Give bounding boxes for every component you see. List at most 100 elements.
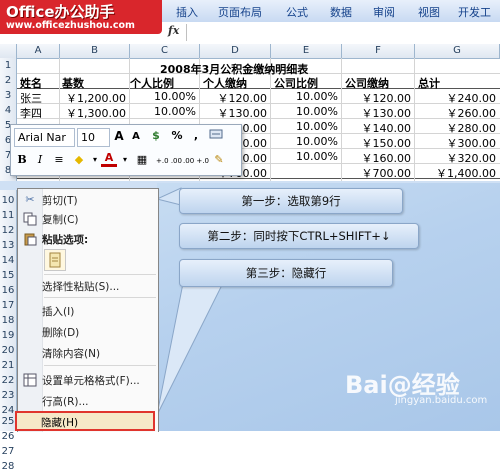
table-cell[interactable]: ￥700.00 <box>342 165 412 181</box>
col-header-d[interactable]: D <box>200 44 271 58</box>
table-cell[interactable]: ￥1,400.00 <box>415 165 496 181</box>
row-header[interactable]: 11 <box>0 210 16 221</box>
tab-data[interactable]: 数据 <box>330 4 352 20</box>
tab-page-layout[interactable]: 页面布局 <box>218 4 262 20</box>
font-size-select[interactable]: 10 <box>77 128 110 147</box>
table-cell[interactable]: 10.00% <box>271 120 338 133</box>
menu-item-hide-highlight[interactable]: 隐藏(H) <box>15 411 155 431</box>
borders-icon[interactable]: ▦ <box>134 152 150 168</box>
format-painter-icon[interactable] <box>208 128 224 147</box>
menu-item-copy[interactable]: 复制(C) <box>42 212 79 227</box>
decrease-decimal-button[interactable]: .00 +.0 <box>183 153 209 169</box>
align-center-icon[interactable]: ≡ <box>51 152 67 168</box>
increase-decimal-button[interactable]: +.0 .00 <box>156 153 182 169</box>
tab-insert[interactable]: 插入 <box>176 4 198 20</box>
row-header[interactable]: 16 <box>0 285 16 296</box>
header-cell[interactable]: 姓名 <box>20 75 42 91</box>
row-header[interactable]: 17 <box>0 300 16 311</box>
table-cell[interactable]: 10.00% <box>271 105 338 118</box>
table-cell[interactable]: 张三 <box>20 90 42 106</box>
table-cell[interactable]: ￥280.00 <box>415 120 497 136</box>
table-cell[interactable]: ￥320.00 <box>415 150 497 166</box>
paste-option-icon[interactable] <box>44 249 66 271</box>
row-header[interactable]: 27 <box>0 446 16 457</box>
col-header-c[interactable]: C <box>130 44 200 58</box>
col-header-g[interactable]: G <box>415 44 500 58</box>
row-header[interactable]: 4 <box>0 105 16 116</box>
table-cell[interactable]: ￥120.00 <box>342 90 412 106</box>
row-header[interactable]: 28 <box>0 461 16 472</box>
table-cell[interactable]: ￥130.00 <box>342 105 412 121</box>
font-color-button[interactable]: A <box>101 152 117 167</box>
menu-item-paste-special[interactable]: 选择性粘贴(S)... <box>42 279 119 294</box>
row-header[interactable]: 10 <box>0 195 16 206</box>
tab-formulas[interactable]: 公式 <box>286 4 308 20</box>
brush-icon[interactable]: ✎ <box>211 152 227 168</box>
row-header[interactable]: 14 <box>0 255 16 266</box>
row-header[interactable]: 20 <box>0 345 16 356</box>
table-cell[interactable]: 10.00% <box>271 90 338 103</box>
table-cell[interactable]: ￥240.00 <box>415 90 497 106</box>
table-cell[interactable]: ￥260.00 <box>415 105 497 121</box>
table-cell[interactable]: ￥1,200.00 <box>60 90 126 106</box>
header-cell[interactable]: 基数 <box>62 75 84 91</box>
col-header-e[interactable]: E <box>271 44 342 58</box>
tab-view[interactable]: 视图 <box>418 4 440 20</box>
header-cell[interactable]: 个人缴纳 <box>203 75 247 91</box>
shrink-font-button[interactable]: A <box>128 129 144 145</box>
table-cell[interactable]: ￥120.00 <box>200 90 268 106</box>
row-header[interactable]: 12 <box>0 225 16 236</box>
comma-button[interactable]: , <box>188 128 204 144</box>
menu-item-delete[interactable]: 删除(D) <box>42 325 79 340</box>
table-cell[interactable]: ￥150.00 <box>342 135 412 151</box>
header-cell[interactable]: 公司比例 <box>274 75 318 91</box>
row-header[interactable]: 24 <box>0 405 16 416</box>
percent-button[interactable]: % <box>169 128 185 144</box>
col-header-b[interactable]: B <box>60 44 130 58</box>
font-name-select[interactable]: Arial Nar <box>14 128 75 147</box>
row-header[interactable]: 1 <box>0 60 16 71</box>
menu-item-format-cells[interactable]: 设置单元格格式(F)... <box>42 373 140 388</box>
col-header-a[interactable]: A <box>17 44 60 58</box>
menu-item-insert[interactable]: 插入(I) <box>42 304 74 319</box>
bold-button[interactable]: B <box>14 152 30 168</box>
table-cell[interactable]: ￥1,300.00 <box>60 105 126 121</box>
row-header[interactable]: 21 <box>0 360 16 371</box>
menu-item-clear-contents[interactable]: 清除内容(N) <box>42 346 100 361</box>
row-header[interactable]: 15 <box>0 270 16 281</box>
tab-review[interactable]: 审阅 <box>373 4 395 20</box>
dropdown-arrow-icon[interactable]: ▾ <box>117 152 133 168</box>
menu-item-row-height[interactable]: 行高(R)... <box>42 394 89 409</box>
currency-button[interactable]: $ <box>148 128 164 144</box>
table-cell[interactable]: 10.00% <box>130 90 196 103</box>
row-header[interactable]: 18 <box>0 315 16 326</box>
table-cell[interactable]: ￥140.00 <box>342 120 412 136</box>
italic-button[interactable]: I <box>32 152 48 168</box>
col-header-f[interactable]: F <box>342 44 415 58</box>
header-cell[interactable]: 公司缴纳 <box>345 75 389 91</box>
row-header[interactable]: 2 <box>0 75 16 86</box>
table-cell[interactable]: 李四 <box>20 105 42 121</box>
grow-font-button[interactable]: A <box>111 128 127 144</box>
menu-item-cut[interactable]: 剪切(T) <box>42 193 78 208</box>
fx-icon[interactable]: fx <box>168 24 179 37</box>
header-cell[interactable]: 个人比例 <box>130 75 174 91</box>
row-header[interactable]: 26 <box>0 431 16 442</box>
table-cell[interactable]: 10.00% <box>130 105 196 118</box>
tab-developer[interactable]: 开发工 <box>458 4 491 20</box>
menu-item-hide[interactable]: 隐藏(H) <box>41 415 78 430</box>
row-header[interactable]: 19 <box>0 330 16 341</box>
header-cell[interactable]: 总计 <box>418 75 440 91</box>
table-cell[interactable]: ￥160.00 <box>342 150 412 166</box>
fill-color-icon[interactable]: ◆ <box>71 152 87 168</box>
table-cell[interactable]: ￥300.00 <box>415 135 497 151</box>
table-cell[interactable]: 10.00% <box>271 135 338 148</box>
table-cell[interactable]: ￥130.00 <box>200 105 268 121</box>
select-all-corner[interactable] <box>0 44 17 58</box>
row-header[interactable]: 22 <box>0 375 16 386</box>
row-header[interactable]: 3 <box>0 90 16 101</box>
row-header[interactable]: 25 <box>0 416 16 427</box>
table-cell[interactable]: 10.00% <box>271 150 338 163</box>
row-header[interactable]: 13 <box>0 240 16 251</box>
row-header[interactable]: 23 <box>0 390 16 401</box>
